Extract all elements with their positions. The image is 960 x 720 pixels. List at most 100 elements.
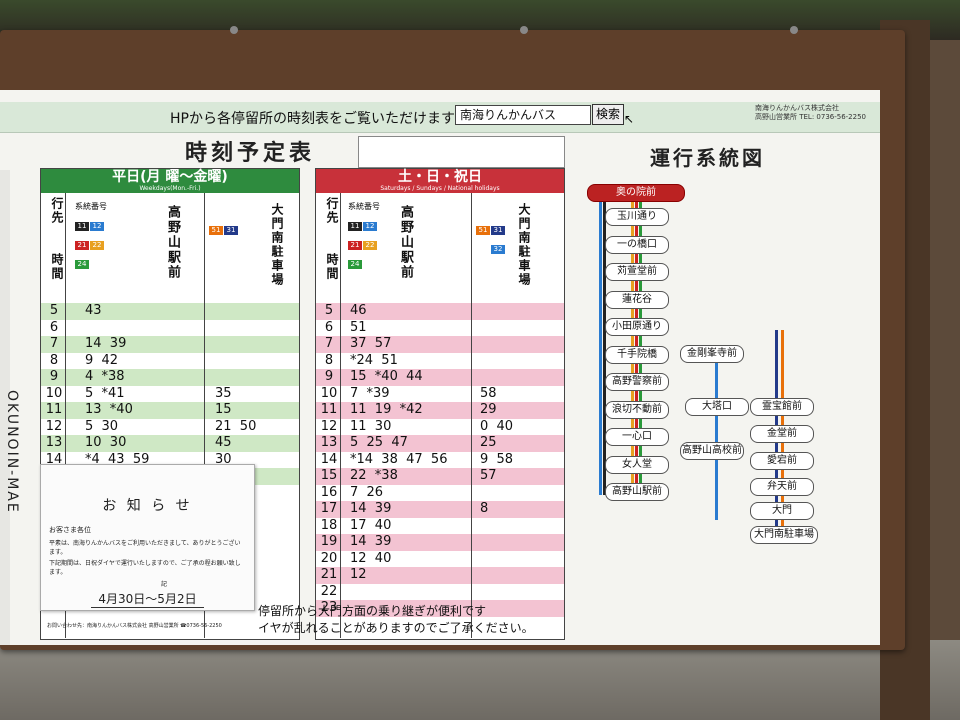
table-row: 17 14 39 8 xyxy=(316,501,564,518)
table-row: 14 *14 38 47 56 9 58 xyxy=(316,451,564,468)
badge-11: 11 xyxy=(348,222,362,231)
hour-cell: 14 xyxy=(320,451,338,467)
minutes-cell-daimon: 35 xyxy=(215,385,232,401)
badge-22: 22 xyxy=(363,241,377,250)
table-row: 20 12 40 xyxy=(316,550,564,567)
table-row: 8 *24 51 xyxy=(316,352,564,369)
hour-cell: 7 xyxy=(324,336,334,351)
bottom-note-line1: 停留所から大門方面の乗り継ぎが便利です xyxy=(258,604,487,618)
hour-cell: 9 xyxy=(49,369,59,384)
badge-21: 21 xyxy=(348,241,362,250)
route-line xyxy=(599,190,602,495)
hour-label: 時間 xyxy=(325,253,339,281)
hour-cell: 8 xyxy=(324,352,334,368)
hp-banner: HPから各停留所の時刻表をご覧いただけます 南海りんかんバス 検索 ↖ 南海りん… xyxy=(0,102,880,133)
minutes-cell-station: 5 *41 xyxy=(85,385,125,401)
hour-cell: 12 xyxy=(320,418,338,434)
map-stop-right: 大塔口 xyxy=(685,398,749,416)
hour-cell: 12 xyxy=(45,418,63,434)
badge-12: 12 xyxy=(363,222,377,231)
map-stop: 千手院橋 xyxy=(605,345,669,364)
dest-label: 行先 xyxy=(50,197,64,225)
page-title: 時刻予定表 xyxy=(185,141,316,166)
map-stop-right: 大門 xyxy=(750,502,814,520)
hour-cell: 10 xyxy=(320,385,338,401)
minutes-cell-station: 14 39 xyxy=(350,501,392,516)
table-row: 7 14 39 xyxy=(41,336,299,353)
minutes-cell-daimon: 58 xyxy=(480,385,497,401)
minutes-cell-station: 7 26 xyxy=(350,484,384,500)
hour-cell: 6 xyxy=(324,319,334,335)
holiday-header: 土・日・祝日 Saturdays / Sundays / National ho… xyxy=(316,169,564,193)
stop-okunoin: 奥の院前 xyxy=(587,184,685,202)
notice-period: 4月30日～5月2日 xyxy=(91,590,204,608)
badge-32: 32 xyxy=(491,245,505,254)
route-map: 奥の院前 玉川通り 一の橋口 苅萱堂前 蓮花谷 小田原通り 千手院橋 高野警察前 浪切不動前一… xyxy=(585,180,865,620)
hour-cell: 6 xyxy=(49,319,59,335)
hour-cell: 22 xyxy=(320,583,338,599)
table-row: 11 11 19 *42 29 xyxy=(316,402,564,419)
badge-11: 11 xyxy=(75,222,89,231)
minutes-cell-station: 5 25 47 xyxy=(350,435,408,450)
table-row: 18 17 40 xyxy=(316,517,564,534)
map-stop-right: 高野山高校前 xyxy=(680,442,744,460)
bolt xyxy=(790,26,798,34)
minutes-cell-station: 7 *39 xyxy=(350,385,390,401)
weekday-header: 平日(月 曜～金曜) Weekdays(Mon.-Fri.) xyxy=(41,169,299,193)
hour-cell: 8 xyxy=(49,352,59,368)
minutes-cell-station: 14 39 xyxy=(85,336,127,351)
badge-24: 24 xyxy=(75,260,89,269)
hour-cell: 11 xyxy=(320,402,338,417)
office-tel: 高野山営業所 TEL: 0736-56-2250 xyxy=(755,113,866,121)
table-row: 9 4 *38 xyxy=(41,369,299,386)
hour-cell: 13 xyxy=(45,435,63,450)
badge-51: 51 xyxy=(476,226,490,235)
table-row: 16 7 26 xyxy=(316,484,564,501)
map-stop: 一心口 xyxy=(605,428,669,446)
map-stop-right: 金堂前 xyxy=(750,425,814,443)
notice-body1: 平素は、南海りんかんバスをご利用いただきまして、ありがとうございます。 xyxy=(49,540,241,556)
minutes-cell-station: 37 57 xyxy=(350,336,392,351)
badges-col2: 51 31 32 xyxy=(476,217,506,255)
weekday-label: 平日(月 曜～金曜) xyxy=(112,169,228,185)
system-badges: 11 12 21 22 24 xyxy=(348,213,378,270)
table-row: 5 46 xyxy=(316,303,564,320)
table-row: 6 xyxy=(41,319,299,336)
minutes-cell-daimon: 9 58 xyxy=(480,451,514,467)
hp-text: HPから各停留所の時刻表をご覧いただけます xyxy=(170,111,455,127)
table-row: 11 13 *40 15 xyxy=(41,402,299,419)
holiday-label: 土・日・祝日 xyxy=(398,169,482,185)
map-stop: 小田原通り xyxy=(605,318,669,336)
minutes-cell-daimon: 57 xyxy=(480,468,497,483)
holiday-label-en: Saturdays / Sundays / National holidays xyxy=(380,185,500,192)
hour-cell: 9 xyxy=(324,369,334,384)
bolt xyxy=(230,26,238,34)
hour-cell: 5 xyxy=(324,303,334,318)
badges-col2: 51 31 xyxy=(209,217,239,236)
table-row: 15 22 *38 57 xyxy=(316,468,564,485)
table-row: 7 37 57 xyxy=(316,336,564,353)
weekday-label-en: Weekdays(Mon.-Fri.) xyxy=(139,185,201,192)
minutes-cell-station: 11 19 *42 xyxy=(350,402,423,417)
dest-label: 行先 xyxy=(325,197,339,225)
map-stop-right: 大門南駐車場 xyxy=(750,526,818,544)
table-row: 21 12 xyxy=(316,567,564,584)
map-stop: 浪切不動前 xyxy=(605,400,669,419)
table-row: 13 10 30 45 xyxy=(41,435,299,452)
table-row: 9 15 *40 44 xyxy=(316,369,564,386)
notice-contact: お問い合わせ先：南海りんかんバス株式会社 高野山営業所 ☎0736-56-225… xyxy=(47,623,222,629)
holiday-subheader: 行先 時間 系統番号 11 12 21 22 24 高野山駅前 51 31 32 大門… xyxy=(316,193,564,304)
minutes-cell-station: 12 40 xyxy=(350,550,392,566)
table-row: 13 5 25 47 25 xyxy=(316,435,564,452)
holiday-table: 土・日・祝日 Saturdays / Sundays / National ho… xyxy=(315,168,565,640)
table-row: 10 7 *39 58 xyxy=(316,385,564,402)
minutes-cell-station: 17 40 xyxy=(350,517,392,533)
holiday-col1-label: 高野山駅前 xyxy=(398,205,413,280)
notice-greeting: お客さま各位 xyxy=(49,526,91,534)
notice-title: お 知 ら せ xyxy=(102,498,193,514)
minutes-cell-station: 11 30 xyxy=(350,418,392,434)
table-row: 12 5 30 21 50 xyxy=(41,418,299,435)
ground xyxy=(0,640,960,720)
map-stop-right: 弁天前 xyxy=(750,478,814,496)
map-stop-right: 愛宕前 xyxy=(750,452,814,470)
